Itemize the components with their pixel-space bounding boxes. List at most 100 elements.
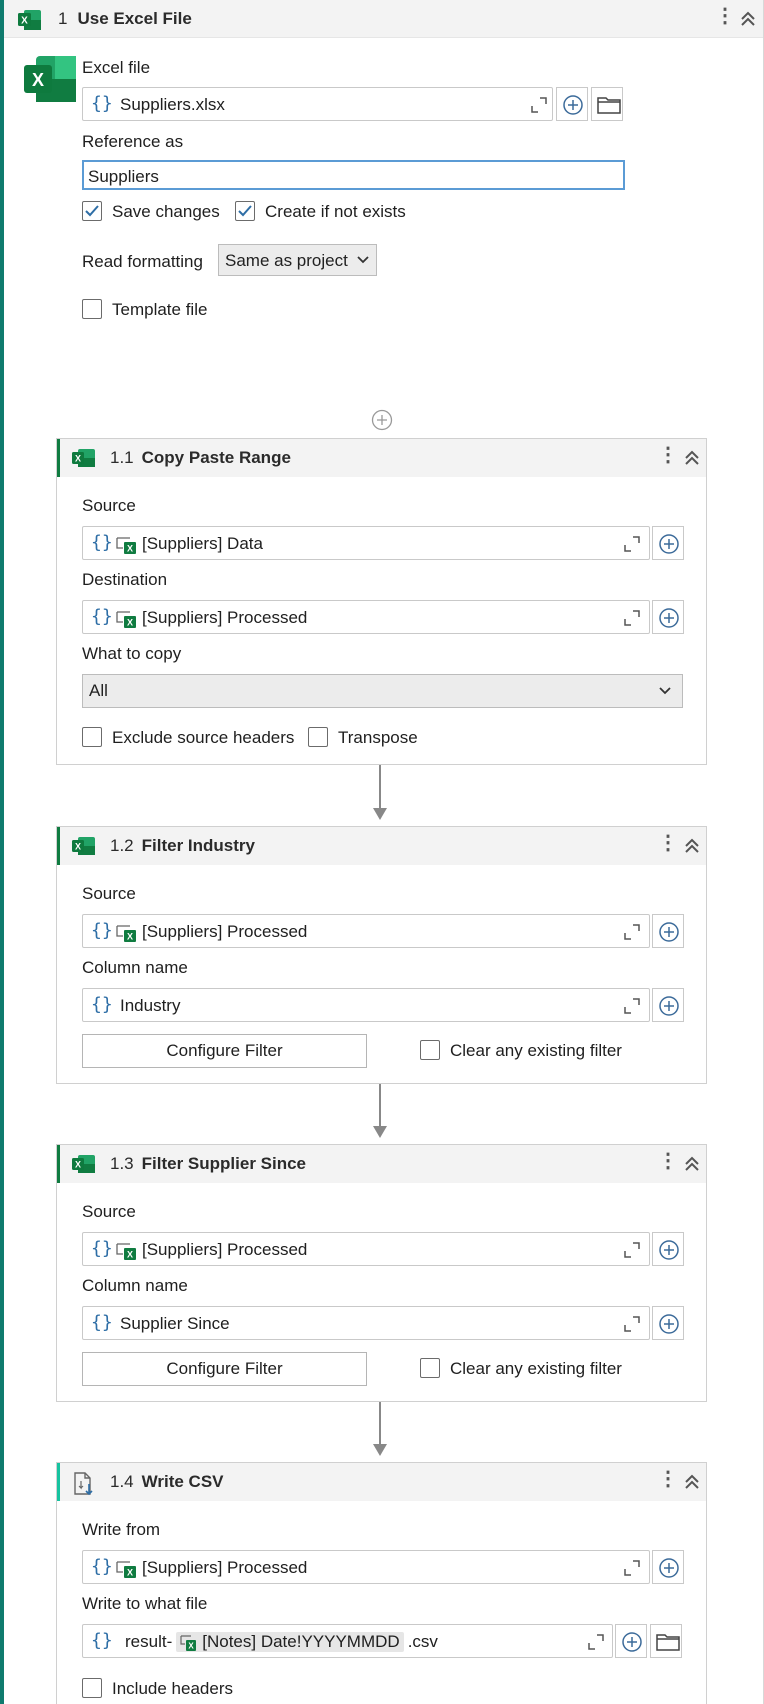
collapse-icon[interactable] [737,8,759,30]
source-label: Source [82,1202,136,1221]
add-source-button[interactable] [652,1232,684,1266]
write-from-field[interactable]: {} X [Suppliers] Processed [82,1550,650,1584]
filter-industry-card[interactable]: X 1.2 Filter Industry ⋮ Source {} X [Suppl… [56,826,707,1084]
column-name-field[interactable]: {} Supplier Since [82,1306,650,1340]
kebab-icon[interactable]: ⋮ [658,445,678,465]
add-column-button[interactable] [652,1306,684,1340]
copy-paste-range-card[interactable]: X 1.1 Copy Paste Range ⋮ Source {} X [Supp… [56,438,707,765]
connector-arrow [373,808,387,820]
save-changes-label: Save changes [112,202,220,221]
variable-brace-icon: {} [91,606,113,627]
csv-icon [72,1472,96,1501]
collapse-icon[interactable] [681,1153,703,1175]
range-icon: X [116,924,138,942]
add-source-button[interactable] [652,914,684,948]
variable-brace-icon: {} [91,1556,113,1577]
source-value: [Suppliers] Processed [142,922,308,941]
add-write-to-button[interactable] [615,1624,647,1658]
add-icon [622,1632,642,1652]
include-headers-label: Include headers [112,1679,233,1698]
add-column-button[interactable] [652,988,684,1022]
collapse-icon[interactable] [681,1471,703,1493]
card-header[interactable]: X 1.3 Filter Supplier Since ⋮ [57,1145,706,1183]
add-icon [659,608,679,628]
write-from-label: Write from [82,1520,161,1539]
transpose-label: Transpose [338,728,418,747]
add-excel-file-button[interactable] [556,87,588,121]
excel-file-field[interactable]: {} Suppliers.xlsx [82,87,553,121]
card-header[interactable]: X 1.1 Copy Paste Range ⋮ [57,439,706,477]
create-if-not-exists-checkbox[interactable] [235,201,255,221]
clear-filter-checkbox[interactable] [420,1040,440,1060]
expand-icon[interactable] [624,924,640,940]
connector-line [379,1402,381,1444]
svg-text:X: X [127,1249,133,1259]
what-to-copy-select[interactable]: All [82,674,683,708]
expand-icon[interactable] [531,97,547,113]
save-changes-checkbox[interactable] [82,201,102,221]
card-title: 1.4 Write CSV [110,1472,224,1492]
expand-icon[interactable] [624,1242,640,1258]
svg-text:X: X [21,16,28,27]
source-field[interactable]: {} X [Suppliers] Processed [82,914,650,948]
kebab-icon[interactable]: ⋮ [658,1151,678,1171]
read-formatting-select[interactable]: Same as project [218,244,377,276]
exclude-headers-checkbox[interactable] [82,727,102,747]
expand-icon[interactable] [624,1316,640,1332]
column-name-label: Column name [82,1276,188,1295]
write-to-field[interactable]: {} result- X [Notes] Date!YYYYMMDD .csv [82,1624,613,1658]
range-icon: X [180,1634,198,1652]
svg-text:X: X [75,454,81,464]
configure-filter-button[interactable]: Configure Filter [82,1034,367,1068]
expand-icon[interactable] [624,1560,640,1576]
add-write-from-button[interactable] [652,1550,684,1584]
expand-icon[interactable] [624,536,640,552]
card-title: 1.3 Filter Supplier Since [110,1154,306,1174]
include-headers-checkbox[interactable] [82,1678,102,1698]
card-header[interactable]: 1.4 Write CSV ⋮ [57,1463,706,1501]
destination-field[interactable]: {} X [Suppliers] Processed [82,600,650,634]
connector-arrow [373,1126,387,1138]
add-activity-icon[interactable] [371,409,393,431]
write-to-chip: X [Notes] Date!YYYYMMDD [176,1632,404,1652]
source-label: Source [82,884,136,903]
collapse-icon[interactable] [681,447,703,469]
expand-icon[interactable] [624,610,640,626]
activity-header[interactable]: X 1 Use Excel File ⋮ [4,0,763,38]
filter-supplier-since-card[interactable]: X 1.3 Filter Supplier Since ⋮ Source {} X… [56,1144,707,1402]
write-to-label: Write to what file [82,1594,208,1613]
template-file-label: Template file [112,300,208,319]
card-number: 1.3 [110,1154,134,1173]
browse-write-to-button[interactable] [650,1624,682,1658]
collapse-icon[interactable] [681,835,703,857]
source-field[interactable]: {} X [Suppliers] Processed [82,1232,650,1266]
range-icon: X [116,610,138,628]
add-destination-button[interactable] [652,600,684,634]
transpose-checkbox[interactable] [308,727,328,747]
read-formatting-value: Same as project [225,251,348,270]
expand-icon[interactable] [624,998,640,1014]
browse-excel-file-button[interactable] [591,87,623,121]
add-source-button[interactable] [652,526,684,560]
svg-text:X: X [127,543,133,553]
configure-filter-button[interactable]: Configure Filter [82,1352,367,1386]
clear-filter-checkbox[interactable] [420,1358,440,1378]
write-csv-card[interactable]: 1.4 Write CSV ⋮ Write from {} X [Suppliers… [56,1462,707,1704]
template-file-checkbox[interactable] [82,299,102,319]
expand-icon[interactable] [588,1634,604,1650]
column-name-field[interactable]: {} Industry [82,988,650,1022]
source-field[interactable]: {} X [Suppliers] Data [82,526,650,560]
card-header[interactable]: X 1.2 Filter Industry ⋮ [57,827,706,865]
excel-file-label: Excel file [82,58,151,77]
kebab-icon[interactable]: ⋮ [658,1469,678,1489]
connector-line [379,765,381,808]
write-from-value: [Suppliers] Processed [142,1558,308,1577]
svg-text:X: X [75,1160,81,1170]
svg-text:X: X [127,931,133,941]
kebab-icon[interactable]: ⋮ [658,833,678,853]
reference-input[interactable]: Suppliers [82,160,625,190]
kebab-icon[interactable]: ⋮ [715,6,735,26]
svg-text:X: X [127,1567,133,1577]
folder-icon [656,1634,680,1651]
source-value-wrap: X [Suppliers] Processed [116,1240,307,1260]
